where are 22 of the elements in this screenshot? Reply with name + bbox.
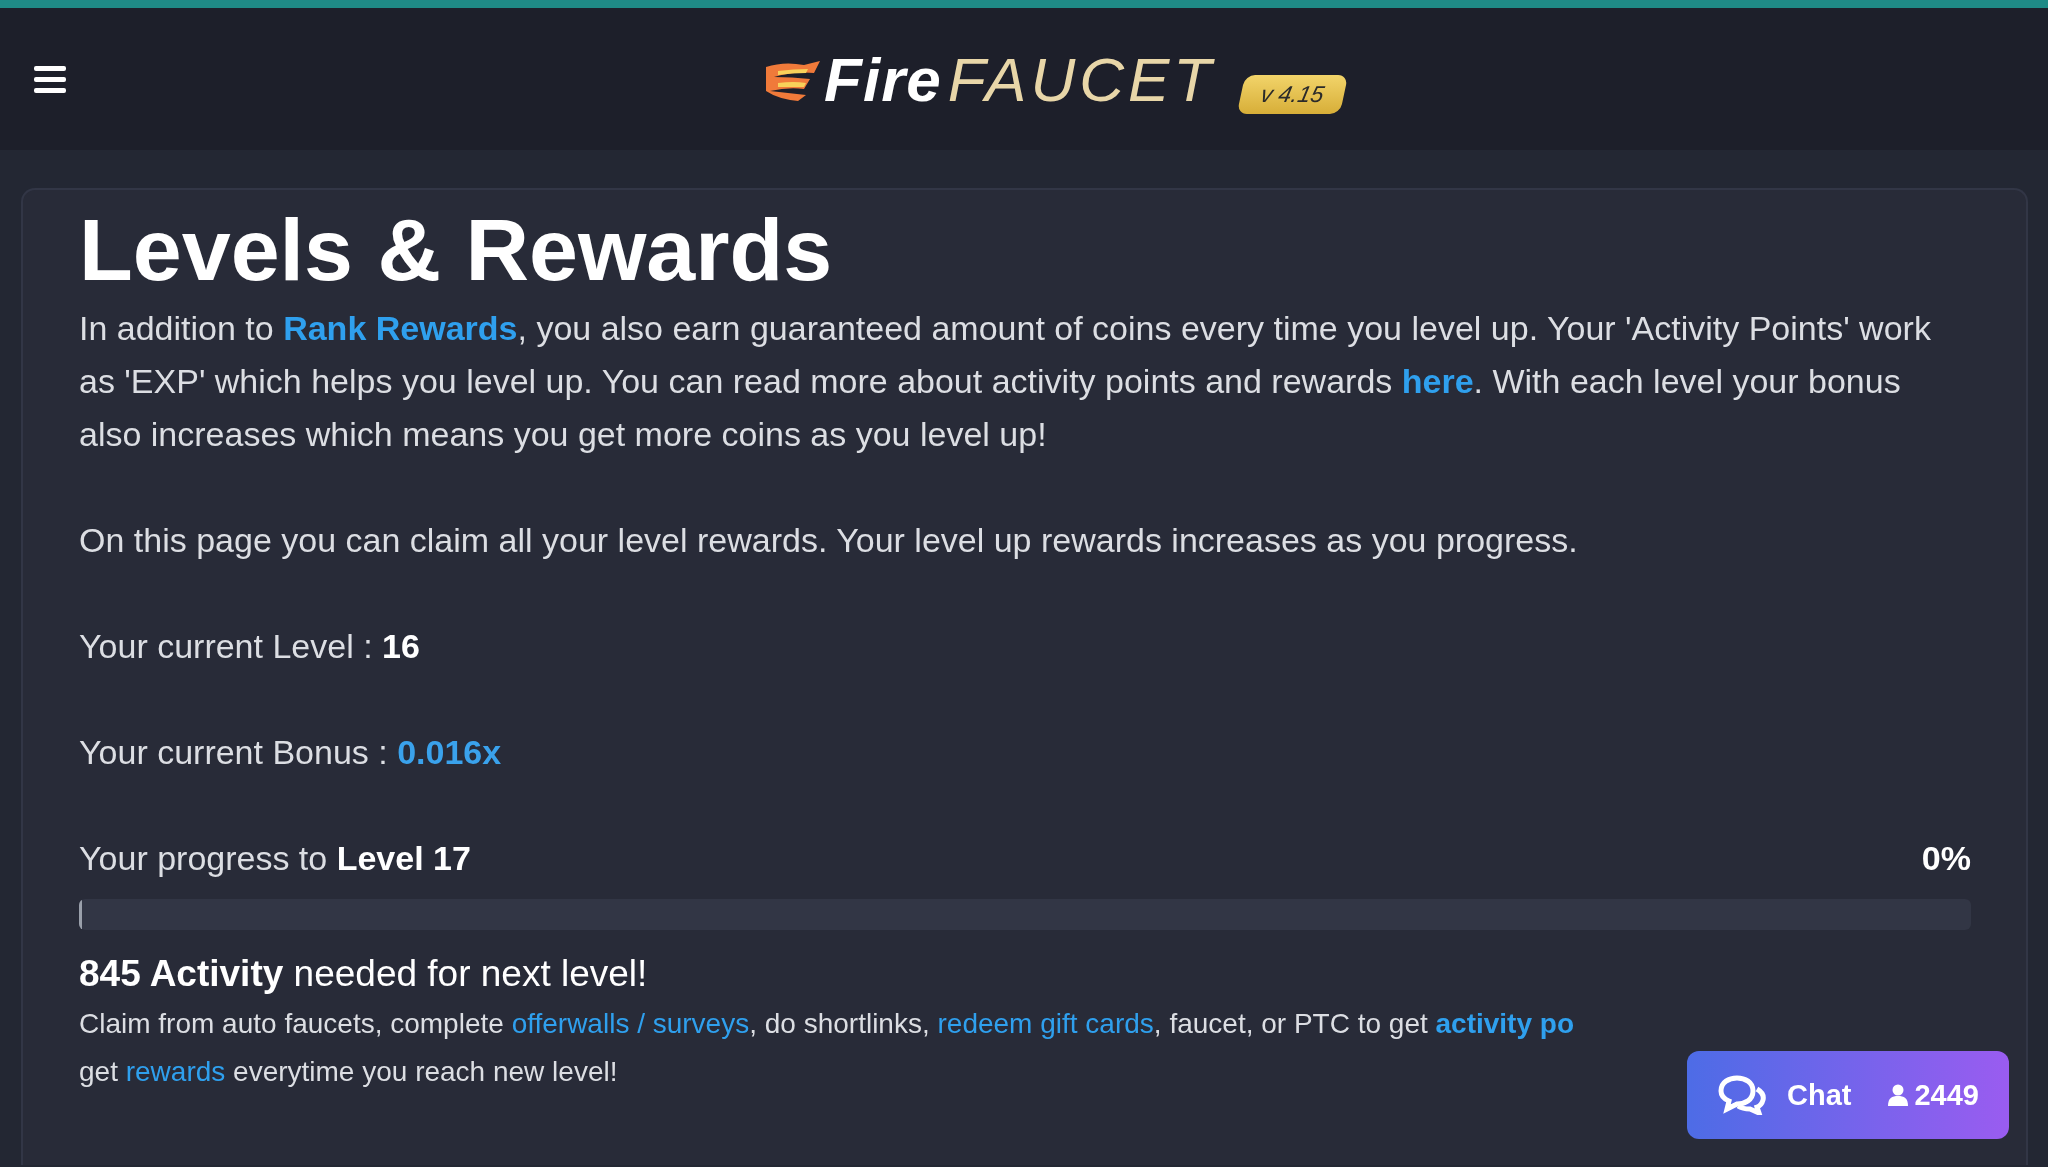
- paragraph: In addition to Rank Rewards, you also earn guaranteed amount of coins every time you level up. Your 'Activity Points' work as 'EXP' which helps you level up. You can read more about activity points and rewards here. With each level your bonus also increases which means you get more coins as you level up!: [79, 307, 1932, 455]
- text-link[interactable]: offerwalls / surveys: [511, 1007, 750, 1039]
- current-level-text: Your current Level : 16: [79, 625, 421, 667]
- text-link[interactable]: here: [1401, 361, 1474, 400]
- version-badge: v 4.15: [1237, 74, 1349, 114]
- progress-percent: 0%: [1921, 837, 1971, 879]
- text-link[interactable]: rewards: [125, 1055, 226, 1087]
- menu-icon: [34, 64, 66, 94]
- page-title: Levels & Rewards: [79, 199, 834, 301]
- site-logo[interactable]: FireFAUCET: [764, 43, 1216, 115]
- paragraph: On this page you can claim all your level rewards. Your level up rewards increases as you progress.: [79, 519, 1579, 561]
- current-bonus-text: Your current Bonus : 0.016x: [79, 731, 503, 773]
- text-link[interactable]: Rank Rewards: [283, 308, 518, 347]
- chat-button[interactable]: Chat 2449: [1687, 1051, 2009, 1139]
- text-link[interactable]: activity po: [1435, 1007, 1574, 1039]
- menu-button[interactable]: [34, 64, 66, 94]
- instruction-text: Claim from auto faucets, complete offerwalls / surveys, do shortlinks, redeem gift cards, faucet, or PTC to get activity po: [79, 1006, 1575, 1041]
- progress-label: Your progress to Level 17: [79, 837, 471, 879]
- chat-bubbles-icon: [1717, 1075, 1767, 1115]
- user-icon: [1888, 1084, 1909, 1106]
- activity-needed-text: 845 Activity needed for next level!: [79, 951, 649, 996]
- text-link[interactable]: redeem gift cards: [937, 1007, 1154, 1039]
